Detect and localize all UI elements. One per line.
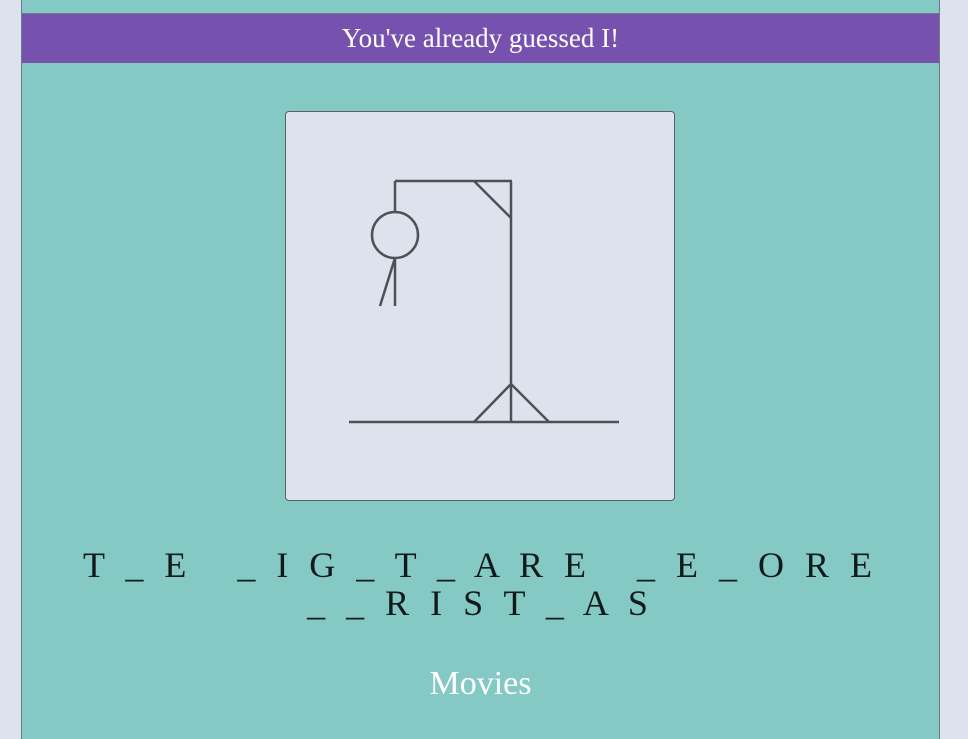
hangman-head (370, 210, 420, 260)
guess-message-banner: You've already guessed I! (22, 14, 939, 63)
puzzle-word-line-2: _ _ R I S T _ A S (307, 583, 654, 623)
hangman-drawing-box (285, 111, 675, 501)
puzzle-word-line-1: T _ E _ I G _ T _ A R E _ E _ O R E (82, 545, 879, 585)
gallows-brace-left (473, 383, 512, 423)
guess-message-text: You've already guessed I! (341, 23, 620, 53)
gallows-corner-brace (473, 180, 512, 219)
category-label: Movies (429, 665, 532, 702)
hangman-drawing (349, 179, 619, 424)
game-panel: You've already guessed I! T _ E _ I G _ … (21, 0, 940, 739)
gallows-brace-right (510, 383, 550, 423)
top-strip (22, 0, 939, 14)
hangman-left-arm (378, 257, 397, 307)
